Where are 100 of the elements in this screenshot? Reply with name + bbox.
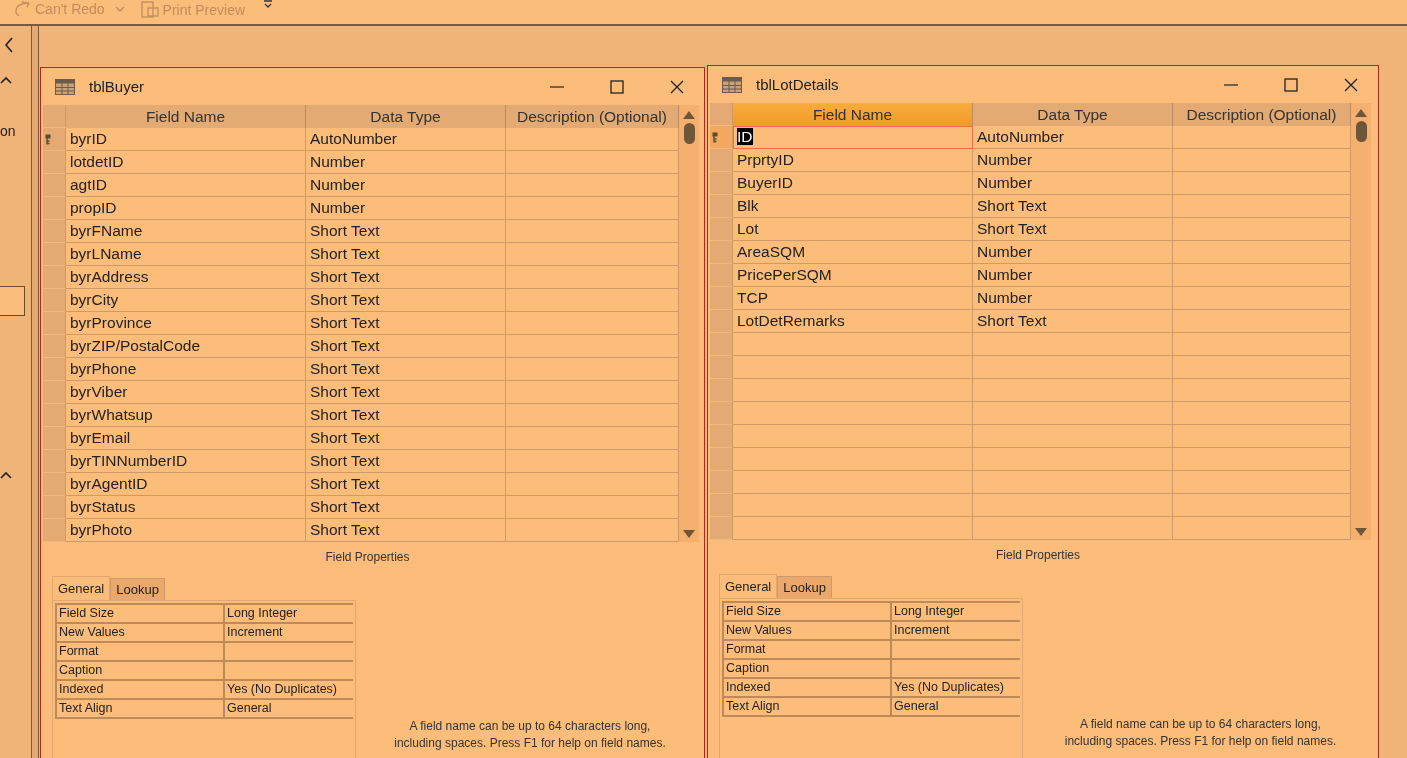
field-name-cell[interactable]: ID	[733, 126, 973, 149]
column-header[interactable]: Field Name	[733, 103, 973, 126]
data-type-cell[interactable]	[973, 402, 1173, 425]
field-name-cell[interactable]	[733, 402, 973, 425]
property-value[interactable]: Increment	[225, 624, 355, 641]
field-name-cell[interactable]: PrprtyID	[733, 149, 973, 172]
property-value[interactable]	[892, 660, 1022, 677]
field-name-cell[interactable]: byrPhoto	[66, 519, 306, 542]
field-name-cell[interactable]: agtID	[66, 174, 306, 197]
vertical-scrollbar[interactable]	[1351, 103, 1371, 540]
data-type-cell[interactable]: Short Text	[306, 243, 506, 266]
data-type-cell[interactable]: Short Text	[306, 519, 506, 542]
field-name-cell[interactable]: byrCity	[66, 289, 306, 312]
tab[interactable]: Lookup	[110, 578, 165, 600]
column-header[interactable]: Data Type	[306, 105, 506, 128]
scroll-down-icon[interactable]	[683, 530, 695, 538]
field-name-cell[interactable]: byrViber	[66, 381, 306, 404]
data-type-cell[interactable]: Number	[973, 172, 1173, 195]
pane-splitter[interactable]	[31, 26, 39, 758]
field-name-cell[interactable]: byrProvince	[66, 312, 306, 335]
data-type-cell[interactable]: Short Text	[306, 427, 506, 450]
data-type-cell[interactable]: Number	[973, 149, 1173, 172]
property-name[interactable]: Indexed	[57, 681, 223, 698]
field-name-cell[interactable]: byrEmail	[66, 427, 306, 450]
column-header[interactable]: Description (Optional)	[506, 105, 679, 128]
property-name[interactable]: Field Size	[57, 605, 223, 622]
field-name-cell[interactable]	[733, 494, 973, 517]
scroll-down-icon[interactable]	[1355, 528, 1367, 536]
data-type-cell[interactable]: Short Text	[973, 218, 1173, 241]
field-name-cell[interactable]: LotDetRemarks	[733, 310, 973, 333]
column-header[interactable]: Field Name	[66, 105, 306, 128]
data-type-cell[interactable]: Short Text	[306, 450, 506, 473]
field-name-cell[interactable]: byrTINNumberID	[66, 450, 306, 473]
data-type-cell[interactable]: Short Text	[306, 220, 506, 243]
data-type-cell[interactable]: Number	[973, 241, 1173, 264]
property-value[interactable]: General	[892, 698, 1022, 715]
data-type-cell[interactable]: Short Text	[973, 195, 1173, 218]
property-value[interactable]: Yes (No Duplicates)	[892, 679, 1022, 696]
field-name-cell[interactable]	[733, 448, 973, 471]
field-name-cell[interactable]: Lot	[733, 218, 973, 241]
data-type-cell[interactable]: Short Text	[306, 358, 506, 381]
field-name-cell[interactable]: byrLName	[66, 243, 306, 266]
property-name[interactable]: Format	[724, 641, 890, 658]
field-name-cell[interactable]: byrZIP/PostalCode	[66, 335, 306, 358]
property-value[interactable]: Increment	[892, 622, 1022, 639]
data-type-cell[interactable]	[973, 471, 1173, 494]
row-selector[interactable]	[43, 128, 66, 151]
data-type-cell[interactable]: Short Text	[306, 289, 506, 312]
field-name-cell[interactable]: TCP	[733, 287, 973, 310]
data-type-cell[interactable]	[973, 517, 1173, 540]
property-name[interactable]: Text Align	[57, 700, 223, 717]
field-name-cell[interactable]	[733, 517, 973, 540]
column-header[interactable]: Description (Optional)	[1173, 103, 1351, 126]
property-name[interactable]: Caption	[57, 662, 223, 679]
field-name-cell[interactable]: AreaSQM	[733, 241, 973, 264]
property-value[interactable]	[225, 662, 355, 679]
scroll-up-icon[interactable]	[683, 111, 695, 119]
vertical-scrollbar[interactable]	[679, 105, 699, 542]
property-value[interactable]: Long Integer	[225, 605, 355, 622]
data-type-cell[interactable]	[973, 333, 1173, 356]
data-type-cell[interactable]	[973, 494, 1173, 517]
column-header[interactable]: Data Type	[973, 103, 1173, 126]
data-type-cell[interactable]: Short Text	[306, 312, 506, 335]
property-name[interactable]: Format	[57, 643, 223, 660]
data-type-cell[interactable]: Short Text	[973, 310, 1173, 333]
data-type-cell[interactable]	[973, 379, 1173, 402]
scrollbar-thumb[interactable]	[683, 123, 695, 144]
data-type-cell[interactable]: AutoNumber	[973, 126, 1173, 149]
data-type-cell[interactable]: Number	[973, 287, 1173, 310]
maximize-icon[interactable]	[610, 79, 624, 94]
property-name[interactable]: New Values	[724, 622, 890, 639]
property-name[interactable]: Field Size	[724, 603, 890, 620]
field-name-cell[interactable]: PricePerSQM	[733, 264, 973, 287]
customize-toolbar-icon[interactable]	[263, 0, 274, 10]
field-name-cell[interactable]	[733, 356, 973, 379]
data-type-cell[interactable]: Number	[973, 264, 1173, 287]
caret-icon[interactable]	[114, 6, 125, 12]
data-type-cell[interactable]: Short Text	[306, 335, 506, 358]
field-name-cell[interactable]	[733, 425, 973, 448]
field-name-cell[interactable]: byrPhone	[66, 358, 306, 381]
field-name-cell[interactable]: lotdetID	[66, 151, 306, 174]
property-value[interactable]: General	[225, 700, 355, 717]
nav-item-label[interactable]: on	[0, 123, 31, 139]
data-type-cell[interactable]: AutoNumber	[306, 128, 506, 151]
property-name[interactable]: Caption	[724, 660, 890, 677]
scrollbar-thumb[interactable]	[1355, 121, 1367, 142]
collapse-pane-icon[interactable]	[4, 37, 14, 53]
field-name-cell[interactable]	[733, 333, 973, 356]
property-value[interactable]	[225, 643, 355, 660]
collapse-group-icon[interactable]	[0, 471, 12, 479]
close-icon[interactable]	[670, 79, 684, 94]
field-name-cell[interactable]: byrStatus	[66, 496, 306, 519]
collapse-group-icon[interactable]	[0, 76, 12, 84]
field-name-cell[interactable]	[733, 471, 973, 494]
search-field[interactable]	[0, 286, 25, 316]
property-name[interactable]: Text Align	[724, 698, 890, 715]
field-name-cell[interactable]: byrFName	[66, 220, 306, 243]
field-name-cell[interactable]: byrAddress	[66, 266, 306, 289]
scroll-up-icon[interactable]	[1355, 109, 1367, 117]
maximize-icon[interactable]	[1284, 77, 1298, 92]
